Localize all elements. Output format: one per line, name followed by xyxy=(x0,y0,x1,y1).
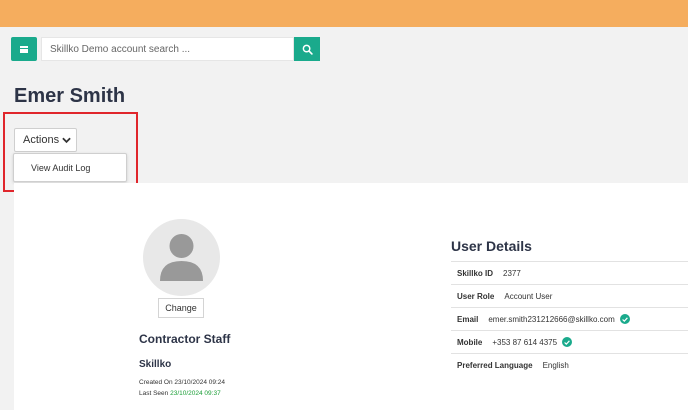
last-seen-value: 23/10/2024 09:37 xyxy=(170,390,221,397)
detail-value: +353 87 614 4375 xyxy=(492,337,558,347)
top-banner xyxy=(0,0,688,27)
search-icon xyxy=(302,44,313,55)
detail-value: emer.smith231212666@skillko.com xyxy=(488,314,615,324)
detail-value: English xyxy=(542,360,569,370)
menu-button[interactable] xyxy=(11,37,37,61)
user-details-title: User Details xyxy=(451,238,532,254)
detail-row-mobile: Mobile +353 87 614 4375 xyxy=(451,330,688,353)
detail-label: Skillko ID xyxy=(457,268,494,278)
profile-panel: Change Contractor Staff Skillko Created … xyxy=(14,183,688,410)
detail-row-user-role: User Role Account User xyxy=(451,284,688,307)
detail-label: Email xyxy=(457,314,479,324)
created-on: Created On 23/10/2024 09:24 xyxy=(139,379,226,386)
last-seen-label: Last Seen xyxy=(139,390,169,397)
company-name: Skillko xyxy=(139,359,172,370)
menu-icon xyxy=(20,45,28,53)
detail-row-preferred-language: Preferred Language English xyxy=(451,353,688,376)
change-avatar-button[interactable]: Change xyxy=(158,298,204,318)
user-role-heading: Contractor Staff xyxy=(139,332,231,346)
detail-label: Preferred Language xyxy=(457,360,533,370)
detail-value: 2377 xyxy=(503,268,521,278)
detail-value: Account User xyxy=(504,291,553,301)
avatar xyxy=(143,219,220,296)
user-icon xyxy=(160,234,203,281)
search-button[interactable] xyxy=(294,37,320,61)
detail-row-email: Email emer.smith231212666@skillko.com xyxy=(451,307,688,330)
last-seen: Last Seen 23/10/2024 09:37 xyxy=(139,390,221,397)
detail-row-skillko-id: Skillko ID 2377 xyxy=(451,261,688,284)
page-title: Emer Smith xyxy=(14,85,126,107)
highlight-box xyxy=(3,112,138,192)
detail-label: Mobile xyxy=(457,337,483,347)
search-input[interactable]: Skillko Demo account search ... xyxy=(41,37,294,61)
detail-label: User Role xyxy=(457,291,495,301)
verified-check-icon xyxy=(562,337,573,347)
verified-check-icon xyxy=(619,314,630,324)
